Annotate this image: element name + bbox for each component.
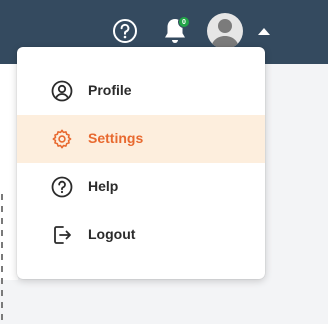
- dotted-divider: [1, 194, 3, 324]
- menu-item-label: Settings: [88, 130, 144, 146]
- user-dropdown-menu: Profile Settings Help Logout: [17, 47, 265, 279]
- page-background: [0, 64, 18, 324]
- menu-item-label: Logout: [88, 226, 136, 242]
- logout-icon: [51, 224, 73, 246]
- menu-item-label: Help: [88, 178, 119, 194]
- notification-badge: 0: [178, 16, 190, 28]
- help-icon[interactable]: [110, 16, 140, 46]
- menu-item-help[interactable]: Help: [17, 163, 265, 211]
- menu-item-settings[interactable]: Settings: [17, 115, 265, 163]
- menu-item-profile[interactable]: Profile: [17, 67, 265, 115]
- user-avatar[interactable]: [207, 13, 243, 49]
- menu-item-label: Profile: [88, 82, 132, 98]
- menu-item-logout[interactable]: Logout: [17, 211, 265, 259]
- help-circle-icon: [51, 176, 73, 198]
- user-circle-icon: [51, 80, 73, 102]
- caret-up-icon[interactable]: [258, 26, 270, 36]
- gear-icon: [51, 128, 73, 150]
